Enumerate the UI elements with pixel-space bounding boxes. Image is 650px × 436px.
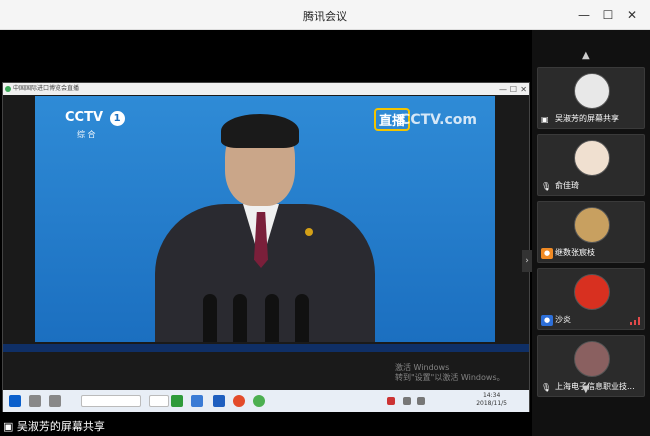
collapse-sidebar-button[interactable]: › [522,250,532,272]
speaker-pin [305,228,313,236]
participant-name: 吴淑芳的屏幕共享 [555,114,619,123]
sharer-name: 吴淑芳的屏幕共享 [16,420,105,433]
windows-start-icon [9,395,21,407]
participant-sidebar: ▲ ▣ 吴淑芳的屏幕共享 🎙 俞佳琦 ● 继数张宸枝 ● 沙炎 🎙 上海电子信息… [532,30,650,436]
chrome-icon [233,395,245,407]
tray-icon [387,397,395,405]
speaker-hair [221,114,299,148]
screen-share-icon: ▣ [3,420,17,433]
title-bar: 腾讯会议 — ☐ ✕ [0,0,650,30]
mic-muted-icon: 🎙 [541,182,552,191]
user-badge-icon: ● [541,248,553,259]
close-button[interactable]: ✕ [622,6,642,24]
taskbar-window-item [149,395,169,407]
search-icon [29,395,41,407]
microphone-icon [265,294,279,342]
participant-name: 上海电子信息职业技... [555,382,635,391]
shared-maximize-icon: ☐ [509,85,517,94]
windows-activation-watermark: 激活 Windows 转到"设置"以激活 Windows。 [395,363,505,383]
shared-minimize-icon: — [499,85,507,94]
taskbar-clock: 14:34 2018/11/5 [476,392,507,408]
window-title: 腾讯会议 [303,10,347,23]
channel-logo-text: CCTV [65,110,104,125]
site-logo: CCTV.com [400,112,477,128]
taskbar-time: 14:34 [482,392,501,399]
screen-share-icon: ▣ [541,115,549,124]
tray-icon [403,397,411,405]
wechat-icon [171,395,183,407]
microphone-icon [233,294,247,342]
participant-tile[interactable]: ▣ 吴淑芳的屏幕共享 [537,67,645,129]
scroll-up-icon[interactable]: ▲ [582,50,590,61]
watermark-line2: 转到"设置"以激活 Windows。 [395,373,505,382]
maximize-button[interactable]: ☐ [598,6,618,24]
signal-strength-icon [630,317,640,325]
taskbar-date: 2018/11/5 [476,400,507,407]
channel-number: 1 [109,111,125,126]
microphone-icon [203,294,217,342]
watermark-line1: 激活 Windows [395,363,450,372]
shared-taskbar: 14:34 2018/11/5 [3,390,529,412]
participant-name: 沙炎 [555,315,571,324]
speaker-figure [155,114,375,342]
app-icon [213,395,225,407]
channel-sub: 综 合 [77,130,96,139]
participant-tile[interactable]: 🎙 俞佳琦 [537,134,645,196]
shared-window-title: 中国国际进口博览会直播 [13,85,80,92]
player-status-bar [3,344,529,352]
screen-share-area: 中国国际进口博览会直播 — ☐ ✕ CCTV 1 综 合 直播 CCTV.com [0,30,532,436]
participant-tile[interactable]: ● 沙炎 [537,268,645,330]
user-badge-icon: ● [541,315,553,326]
sharer-label: ▣ 吴淑芳的屏幕共享 [3,418,105,434]
avatar [574,274,610,310]
task-view-icon [49,395,61,407]
scroll-down-icon[interactable]: ▼ [582,384,590,395]
participant-tile[interactable]: 🎙 上海电子信息职业技... [537,335,645,397]
avatar [574,207,610,243]
app-icon [253,395,265,407]
avatar [574,73,610,109]
shared-window: 中国国际进口博览会直播 — ☐ ✕ CCTV 1 综 合 直播 CCTV.com [2,82,530,412]
app-icon [191,395,203,407]
microphone-icon [295,294,309,342]
participant-name: 俞佳琦 [555,181,579,190]
channel-logo: CCTV 1 [65,110,125,126]
avatar [574,140,610,176]
shared-window-titlebar: 中国国际进口博览会直播 — ☐ ✕ [3,83,529,95]
video-frame: CCTV 1 综 合 直播 CCTV.com [35,96,495,342]
tray-icon [417,397,425,405]
participant-name: 继数张宸枝 [555,248,595,257]
mic-muted-icon: 🎙 [541,383,552,392]
minimize-button[interactable]: — [574,6,594,24]
shared-close-icon: ✕ [520,85,527,94]
taskbar-window-item [81,395,141,407]
avatar [574,341,610,377]
participant-tile[interactable]: ● 继数张宸枝 [537,201,645,263]
app-icon [5,86,11,92]
